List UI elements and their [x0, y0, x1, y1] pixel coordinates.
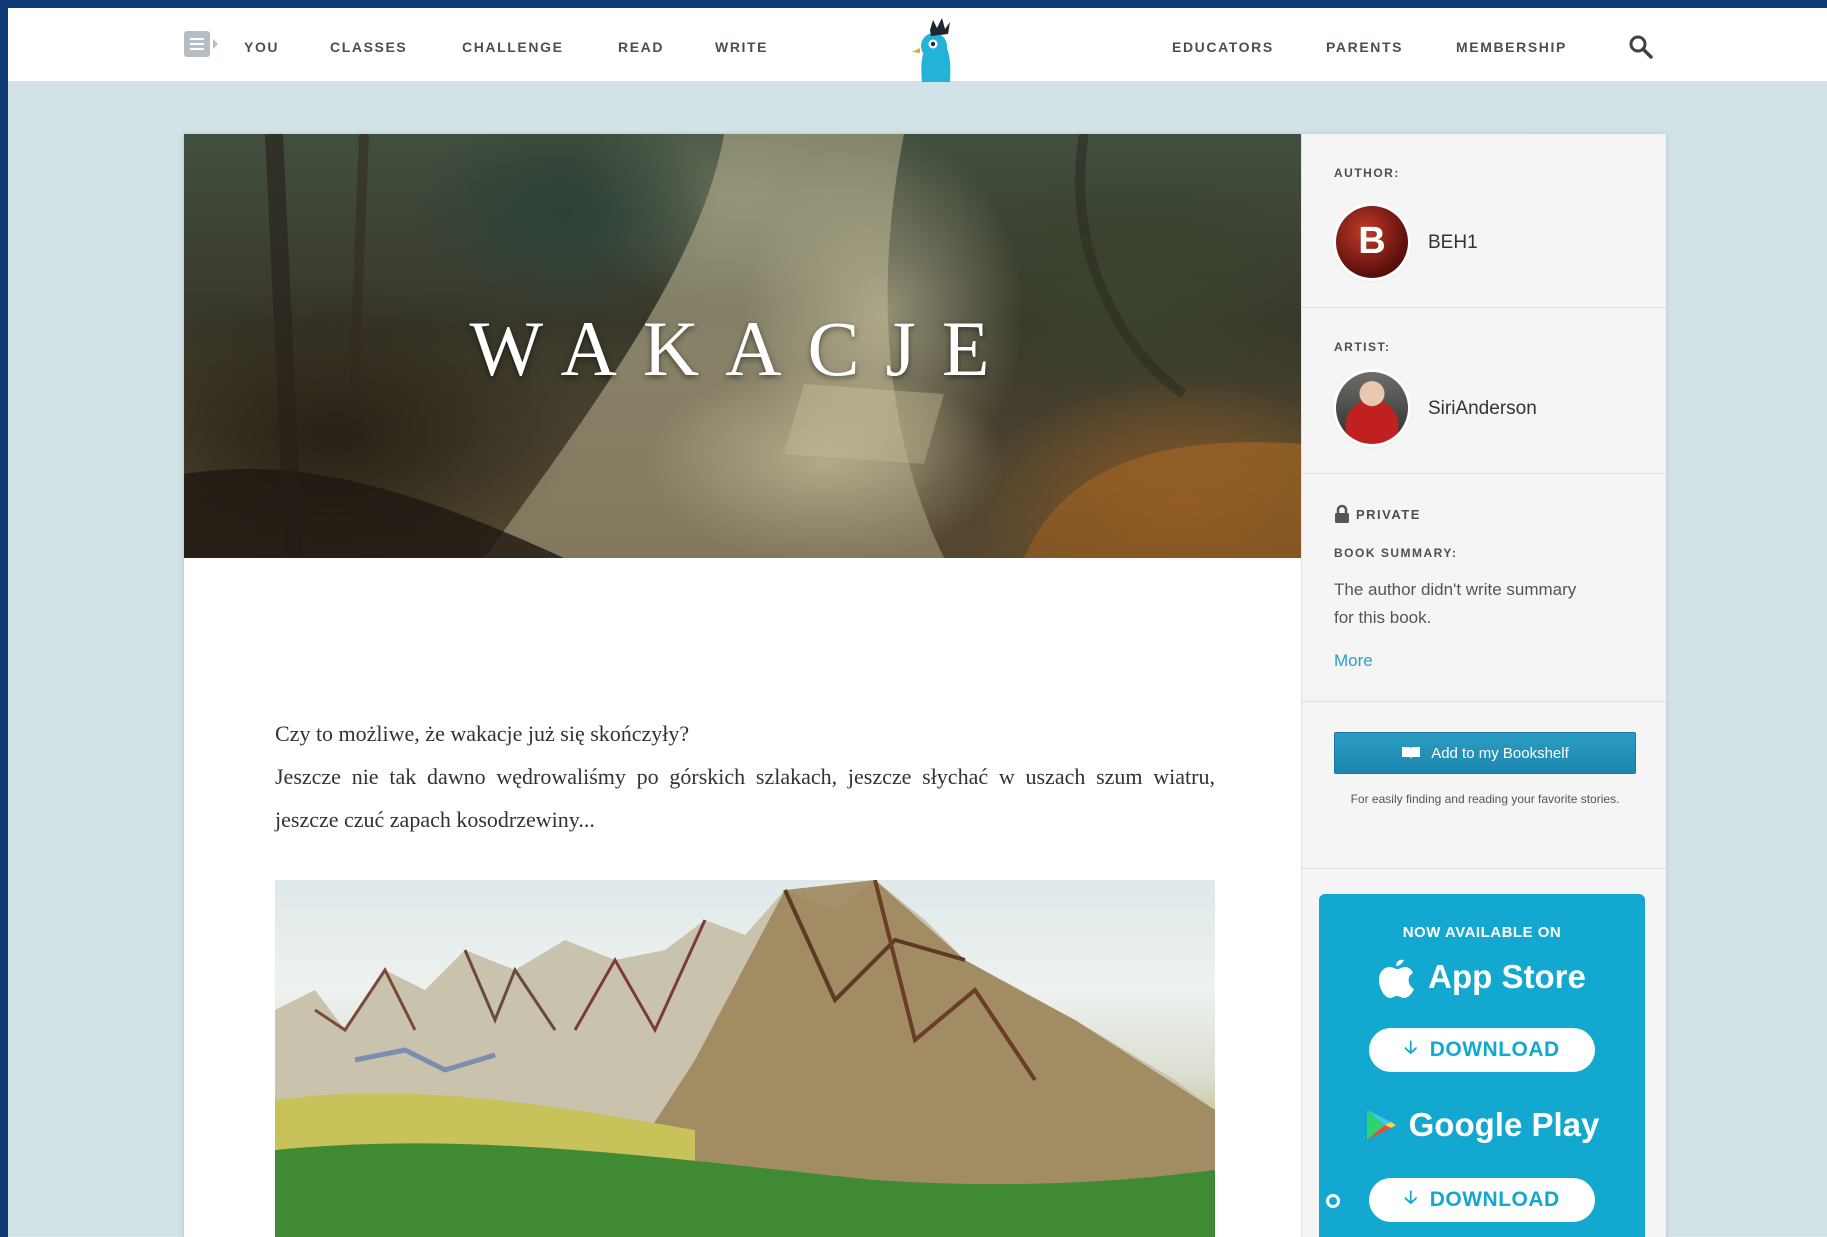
privacy-status: PRIVATE [1334, 504, 1421, 524]
google-play-row: Google Play [1319, 1106, 1645, 1144]
apple-icon [1379, 959, 1415, 998]
google-play-icon [1366, 1110, 1396, 1140]
search-icon[interactable] [1628, 34, 1654, 60]
lock-icon [1335, 504, 1349, 523]
nav-classes[interactable]: CLASSES [330, 39, 407, 55]
artist-name-link[interactable]: SiriAnderson [1428, 398, 1537, 420]
author-name-link[interactable]: BEH1 [1428, 232, 1478, 254]
privacy-label: PRIVATE [1356, 506, 1421, 522]
nav-you[interactable]: YOU [244, 39, 279, 55]
app-store-name: App Store [1428, 958, 1586, 995]
google-play-download-button[interactable]: 🡣 DOWNLOAD [1369, 1178, 1595, 1222]
bird-with-crown-logo[interactable] [900, 12, 964, 82]
story-paragraph: Jeszcze nie tak dawno wędrowaliśmy po gó… [275, 764, 1215, 832]
nav-challenge[interactable]: CHALLENGE [462, 39, 564, 55]
nav-educators[interactable]: EDUCATORS [1172, 39, 1274, 55]
app-store-download-label: DOWNLOAD [1429, 1038, 1560, 1061]
download-arrow-icon: 🡣 [1404, 1187, 1418, 1207]
author-label: AUTHOR: [1334, 166, 1400, 180]
add-to-bookshelf-label: Add to my Bookshelf [1431, 744, 1569, 762]
divider [1302, 868, 1667, 869]
bookshelf-note: For easily finding and reading your favo… [1350, 792, 1620, 806]
google-play-download-label: DOWNLOAD [1429, 1188, 1560, 1211]
book-card: WAKACJE Czy to możliwe, że wakacje już s… [184, 134, 1667, 1237]
hamburger-icon [184, 31, 210, 57]
nav-write[interactable]: WRITE [715, 39, 768, 55]
nav-membership[interactable]: MEMBERSHIP [1456, 39, 1567, 55]
app-store-download-button[interactable]: 🡣 DOWNLOAD [1369, 1028, 1595, 1072]
author-avatar[interactable]: B [1336, 206, 1408, 278]
app-promo-heading: NOW AVAILABLE ON [1402, 924, 1562, 941]
add-to-bookshelf-button[interactable]: Add to my Bookshelf [1334, 732, 1636, 774]
google-play-name: Google Play [1408, 1106, 1600, 1143]
author-initial: B [1358, 220, 1386, 262]
browser-viewport: YOU CLASSES CHALLENGE READ WRITE EDUCATO… [8, 8, 1827, 1237]
book-icon [1402, 747, 1421, 759]
book-sidebar: AUTHOR: B BEH1 ARTIST: SiriAnderson PRIV… [1301, 134, 1667, 1237]
mountain-illustration [275, 880, 1215, 1237]
download-arrow-icon: 🡣 [1404, 1037, 1418, 1057]
story-paragraph: Czy to możliwe, że wakacje już się skońc… [275, 721, 690, 746]
artist-label: ARTIST: [1334, 340, 1391, 354]
summary-label: BOOK SUMMARY: [1334, 546, 1458, 560]
menu-toggle-button[interactable] [184, 30, 218, 58]
artist-avatar[interactable] [1336, 372, 1408, 444]
app-store-row: App Store [1319, 956, 1645, 998]
artist-section: ARTIST: SiriAnderson [1302, 308, 1667, 474]
app-promo-panel: NOW AVAILABLE ON App Store 🡣 DOWNLOAD Go… [1319, 894, 1645, 1237]
caret-right-icon [213, 39, 218, 49]
book-title: WAKACJE [469, 305, 1016, 392]
book-cover: WAKACJE [184, 134, 1301, 558]
top-navigation: YOU CLASSES CHALLENGE READ WRITE EDUCATO… [8, 8, 1827, 82]
nav-parents[interactable]: PARENTS [1326, 39, 1403, 55]
author-section: AUTHOR: B BEH1 [1302, 134, 1667, 308]
scroll-marker-icon [1326, 1194, 1340, 1208]
summary-text: The author didn't write summary for this… [1334, 580, 1577, 627]
more-link[interactable]: More [1334, 651, 1373, 671]
nav-read[interactable]: READ [618, 39, 664, 55]
story-text: Czy to możliwe, że wakacje już się skońc… [275, 712, 1215, 841]
